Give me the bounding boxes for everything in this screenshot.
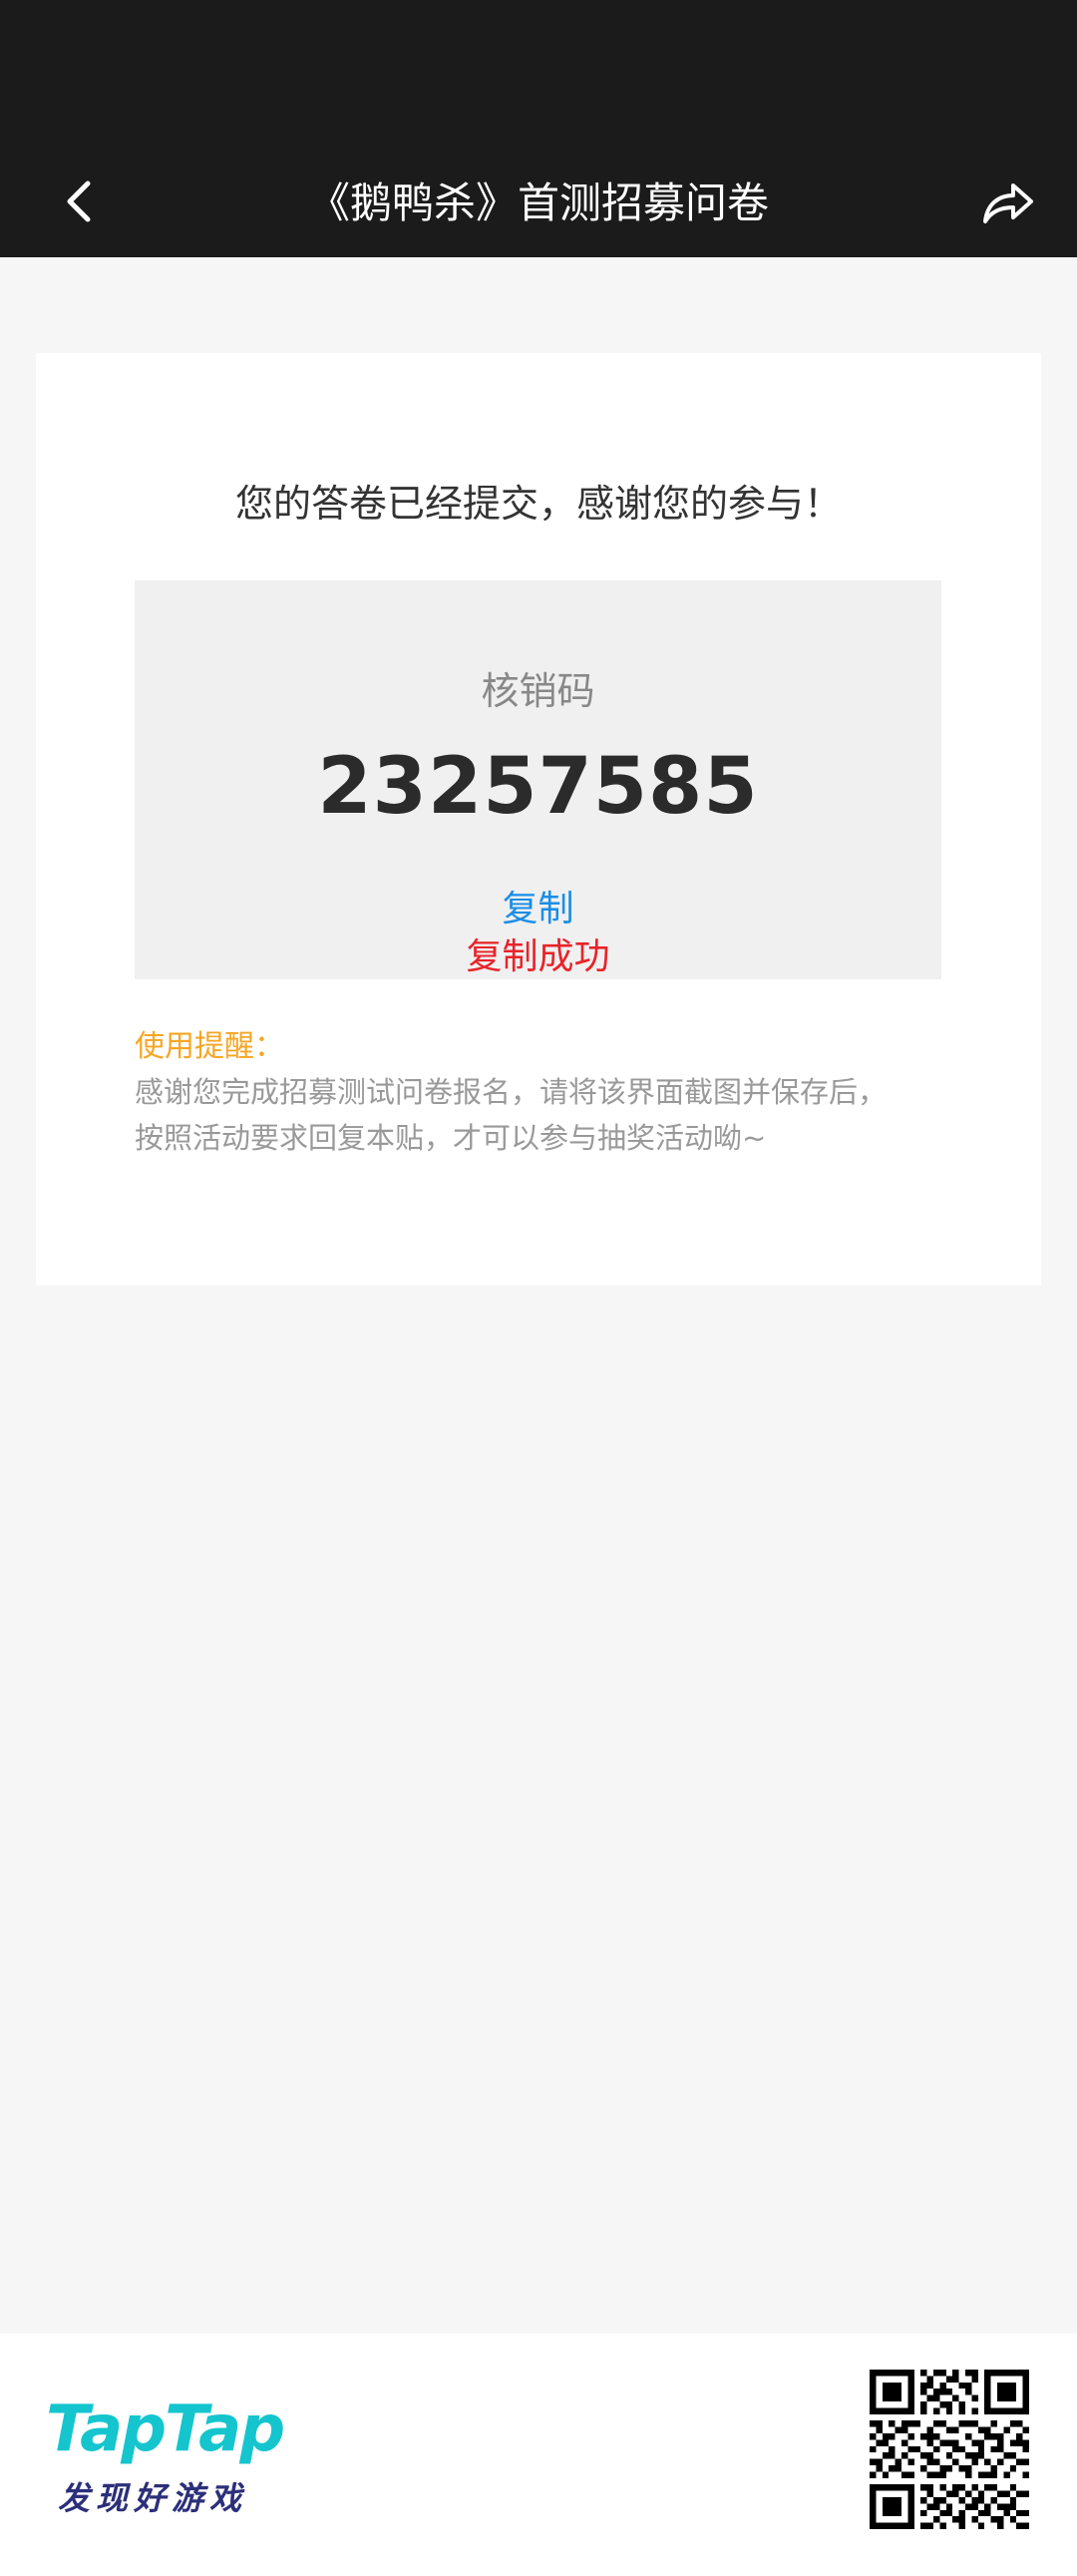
chevron-left-icon: [67, 181, 91, 222]
logo-wordmark: TapTap: [46, 2392, 285, 2466]
share-button[interactable]: [975, 172, 1039, 235]
nav-bar: 《鹅鸭杀》首测招募问卷: [0, 150, 1077, 257]
copy-success-text: 复制成功: [466, 936, 610, 977]
back-button[interactable]: [48, 170, 112, 233]
code-label: 核销码: [481, 669, 595, 713]
taptap-logo: TapTap 发现好游戏: [46, 2393, 285, 2543]
reminder-text: 感谢您完成招募测试问卷报名，请将该界面截图并保存后， 按照活动要求回复本贴，才可…: [135, 1069, 942, 1161]
reminder-title: 使用提醒：: [135, 1029, 284, 1064]
result-card: 您的答卷已经提交，感谢您的参与！ 核销码 23257585 复制 复制成功 使用…: [36, 353, 1041, 1286]
reminder-line: 按照活动要求回复本贴，才可以参与抽奖活动呦~: [135, 1121, 767, 1155]
share-icon: [983, 184, 1033, 223]
redeem-code-box: 核销码 23257585 复制 复制成功: [135, 580, 941, 979]
qr-code-icon: [870, 2370, 1029, 2529]
copy-button[interactable]: 复制: [135, 880, 941, 931]
logo-slogan: 发现好游戏: [58, 2479, 248, 2517]
status-bar: [0, 0, 1077, 150]
thanks-message: 您的答卷已经提交，感谢您的参与！: [234, 482, 842, 526]
page-title: 《鹅鸭杀》首测招募问卷: [307, 179, 769, 227]
reminder-line: 感谢您完成招募测试问卷报名，请将该界面截图并保存后，: [135, 1075, 888, 1109]
footer: TapTap 发现好游戏: [0, 2334, 1077, 2576]
redeem-code: 23257585: [317, 742, 759, 832]
